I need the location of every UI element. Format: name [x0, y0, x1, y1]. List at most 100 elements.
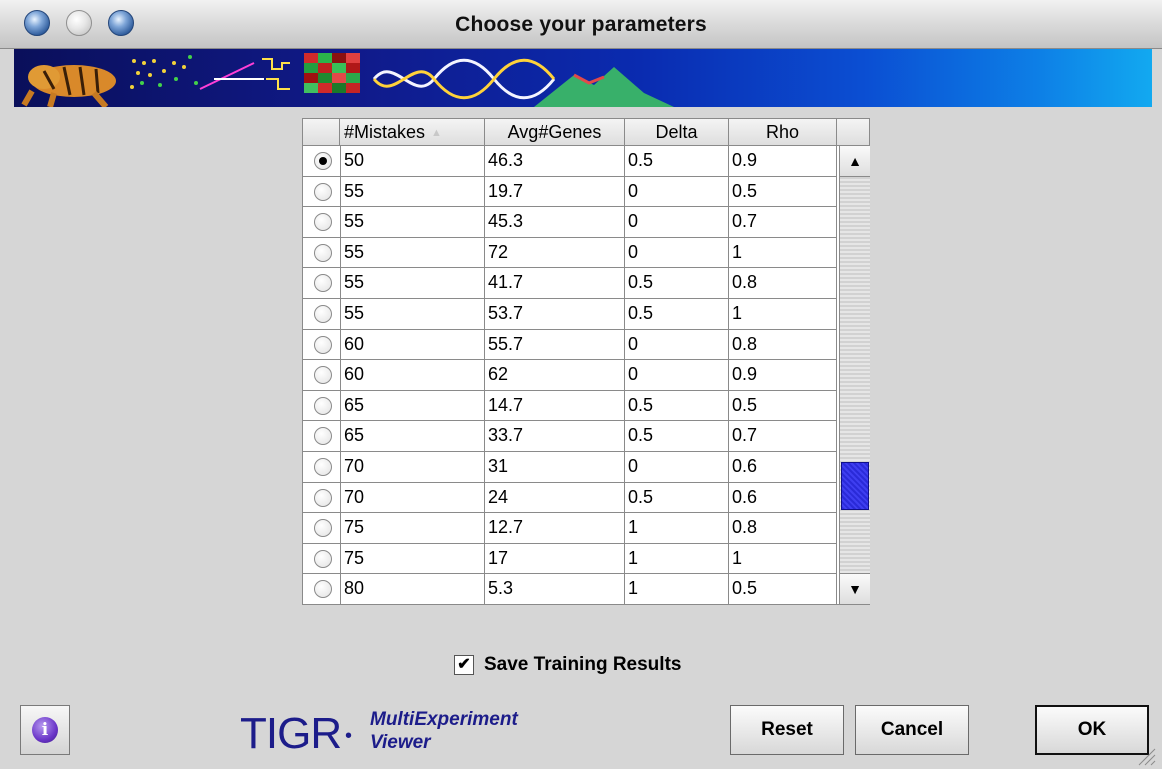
row-select-radio[interactable]: [303, 482, 340, 514]
cell-rho: 0.9: [729, 360, 837, 391]
ok-button[interactable]: OK: [1035, 705, 1149, 755]
row-select-radio[interactable]: [303, 268, 340, 299]
window-title: Choose your parameters: [455, 13, 707, 36]
logo-tigr-text: TIGR: [240, 709, 342, 758]
column-header-delta[interactable]: Delta: [625, 119, 729, 145]
cell-mistakes: 75: [340, 513, 485, 544]
cell-mistakes: 60: [340, 329, 485, 361]
row-select-radio[interactable]: [303, 207, 340, 238]
table-row[interactable]: 65 14.7 0.5 0.5: [303, 390, 837, 422]
vertical-scrollbar[interactable]: ▲ ▼: [839, 146, 870, 604]
row-select-radio[interactable]: [303, 298, 340, 330]
title-bar[interactable]: Choose your parameters: [0, 0, 1162, 49]
radio-button[interactable]: [314, 366, 332, 385]
radio-button[interactable]: [314, 152, 332, 170]
cell-avg-genes: 41.7: [485, 268, 625, 299]
tigr-mev-logo: TIGR • MultiExperiment Viewer: [240, 708, 600, 760]
column-header-mistakes-label: #Mistakes: [344, 122, 426, 142]
cell-rho: 0.8: [729, 268, 837, 299]
radio-button[interactable]: [314, 427, 332, 446]
row-select-radio[interactable]: [303, 543, 340, 575]
table-row[interactable]: 55 41.7 0.5 0.8: [303, 268, 837, 299]
radio-button[interactable]: [314, 274, 332, 293]
cell-avg-genes: 17: [485, 543, 625, 575]
table-row[interactable]: 75 17 1 1: [303, 543, 837, 575]
table-row[interactable]: 55 45.3 0 0.7: [303, 207, 837, 238]
table-row[interactable]: 80 5.3 1 0.5: [303, 574, 837, 605]
row-select-radio[interactable]: [303, 360, 340, 391]
scroll-thumb[interactable]: [841, 462, 869, 510]
cell-avg-genes: 72: [485, 237, 625, 269]
cancel-button[interactable]: Cancel: [855, 705, 969, 755]
table-row[interactable]: 55 53.7 0.5 1: [303, 298, 837, 330]
scroll-track[interactable]: [840, 177, 870, 573]
table-row[interactable]: 70 31 0 0.6: [303, 451, 837, 483]
cell-delta: 0: [625, 207, 729, 238]
cell-delta: 0.5: [625, 146, 729, 177]
radio-button[interactable]: [314, 488, 332, 507]
row-select-radio[interactable]: [303, 237, 340, 269]
radio-button[interactable]: [314, 549, 332, 568]
cell-rho: 1: [729, 543, 837, 575]
row-select-radio[interactable]: [303, 390, 340, 422]
radio-button[interactable]: [314, 580, 332, 599]
table-row[interactable]: 50 46.3 0.5 0.9: [303, 146, 837, 177]
radio-button[interactable]: [314, 213, 332, 232]
cell-rho: 0.8: [729, 329, 837, 361]
dialog-window: Choose your parameters #Mistakes ▲ Avg#G…: [0, 0, 1162, 769]
cell-mistakes: 80: [340, 574, 485, 605]
row-select-radio[interactable]: [303, 176, 340, 208]
row-select-radio[interactable]: [303, 421, 340, 452]
radio-button[interactable]: [314, 519, 332, 538]
table-row[interactable]: 55 72 0 1: [303, 237, 837, 269]
cell-rho: 1: [729, 298, 837, 330]
banner-artwork: [21, 53, 674, 107]
logo-multiexperiment-text: MultiExperiment: [370, 709, 518, 730]
radio-button[interactable]: [314, 304, 332, 323]
info-button[interactable]: i: [20, 705, 70, 755]
column-header-avg-genes[interactable]: Avg#Genes: [485, 119, 625, 145]
table-row[interactable]: 60 62 0 0.9: [303, 360, 837, 391]
column-header-rho[interactable]: Rho: [729, 119, 837, 145]
row-select-radio[interactable]: [303, 146, 340, 177]
row-select-radio[interactable]: [303, 513, 340, 544]
table-row[interactable]: 75 12.7 1 0.8: [303, 513, 837, 544]
resize-grip-icon[interactable]: [1135, 745, 1157, 767]
cell-delta: 0: [625, 451, 729, 483]
header-banner-image: [14, 49, 1152, 107]
table-row[interactable]: 65 33.7 0.5 0.7: [303, 421, 837, 452]
row-select-radio[interactable]: [303, 329, 340, 361]
radio-button[interactable]: [314, 396, 332, 415]
cell-mistakes: 60: [340, 360, 485, 391]
cell-delta: 0: [625, 176, 729, 208]
cell-rho: 0.9: [729, 146, 837, 177]
cell-mistakes: 55: [340, 268, 485, 299]
cell-mistakes: 50: [340, 146, 485, 177]
sort-ascending-icon: ▲: [431, 127, 442, 140]
cell-mistakes: 70: [340, 482, 485, 514]
cell-avg-genes: 5.3: [485, 574, 625, 605]
save-training-results-label[interactable]: Save Training Results: [484, 652, 681, 678]
radio-button[interactable]: [314, 243, 332, 262]
cell-mistakes: 55: [340, 207, 485, 238]
row-select-radio[interactable]: [303, 451, 340, 483]
cell-avg-genes: 53.7: [485, 298, 625, 330]
reset-button[interactable]: Reset: [730, 705, 844, 755]
radio-button[interactable]: [314, 457, 332, 476]
row-select-radio[interactable]: [303, 574, 340, 605]
radio-button[interactable]: [314, 335, 332, 354]
column-header-mistakes[interactable]: #Mistakes ▲: [340, 119, 485, 145]
table-row[interactable]: 60 55.7 0 0.8: [303, 329, 837, 361]
save-training-results-checkbox[interactable]: ✔: [454, 655, 474, 675]
cell-avg-genes: 19.7: [485, 176, 625, 208]
parameters-table: #Mistakes ▲ Avg#Genes Delta Rho 50 46.3 0.5…: [302, 118, 870, 605]
table-row[interactable]: 70 24 0.5 0.6: [303, 482, 837, 514]
radio-button[interactable]: [314, 182, 332, 201]
table-row[interactable]: 55 19.7 0 0.5: [303, 176, 837, 208]
scroll-down-arrow-icon[interactable]: ▼: [840, 573, 870, 604]
cell-delta: 0.5: [625, 421, 729, 452]
cell-delta: 0: [625, 237, 729, 269]
scroll-up-arrow-icon[interactable]: ▲: [840, 146, 870, 177]
cell-delta: 0.5: [625, 390, 729, 422]
logo-viewer-text: Viewer: [370, 732, 431, 753]
